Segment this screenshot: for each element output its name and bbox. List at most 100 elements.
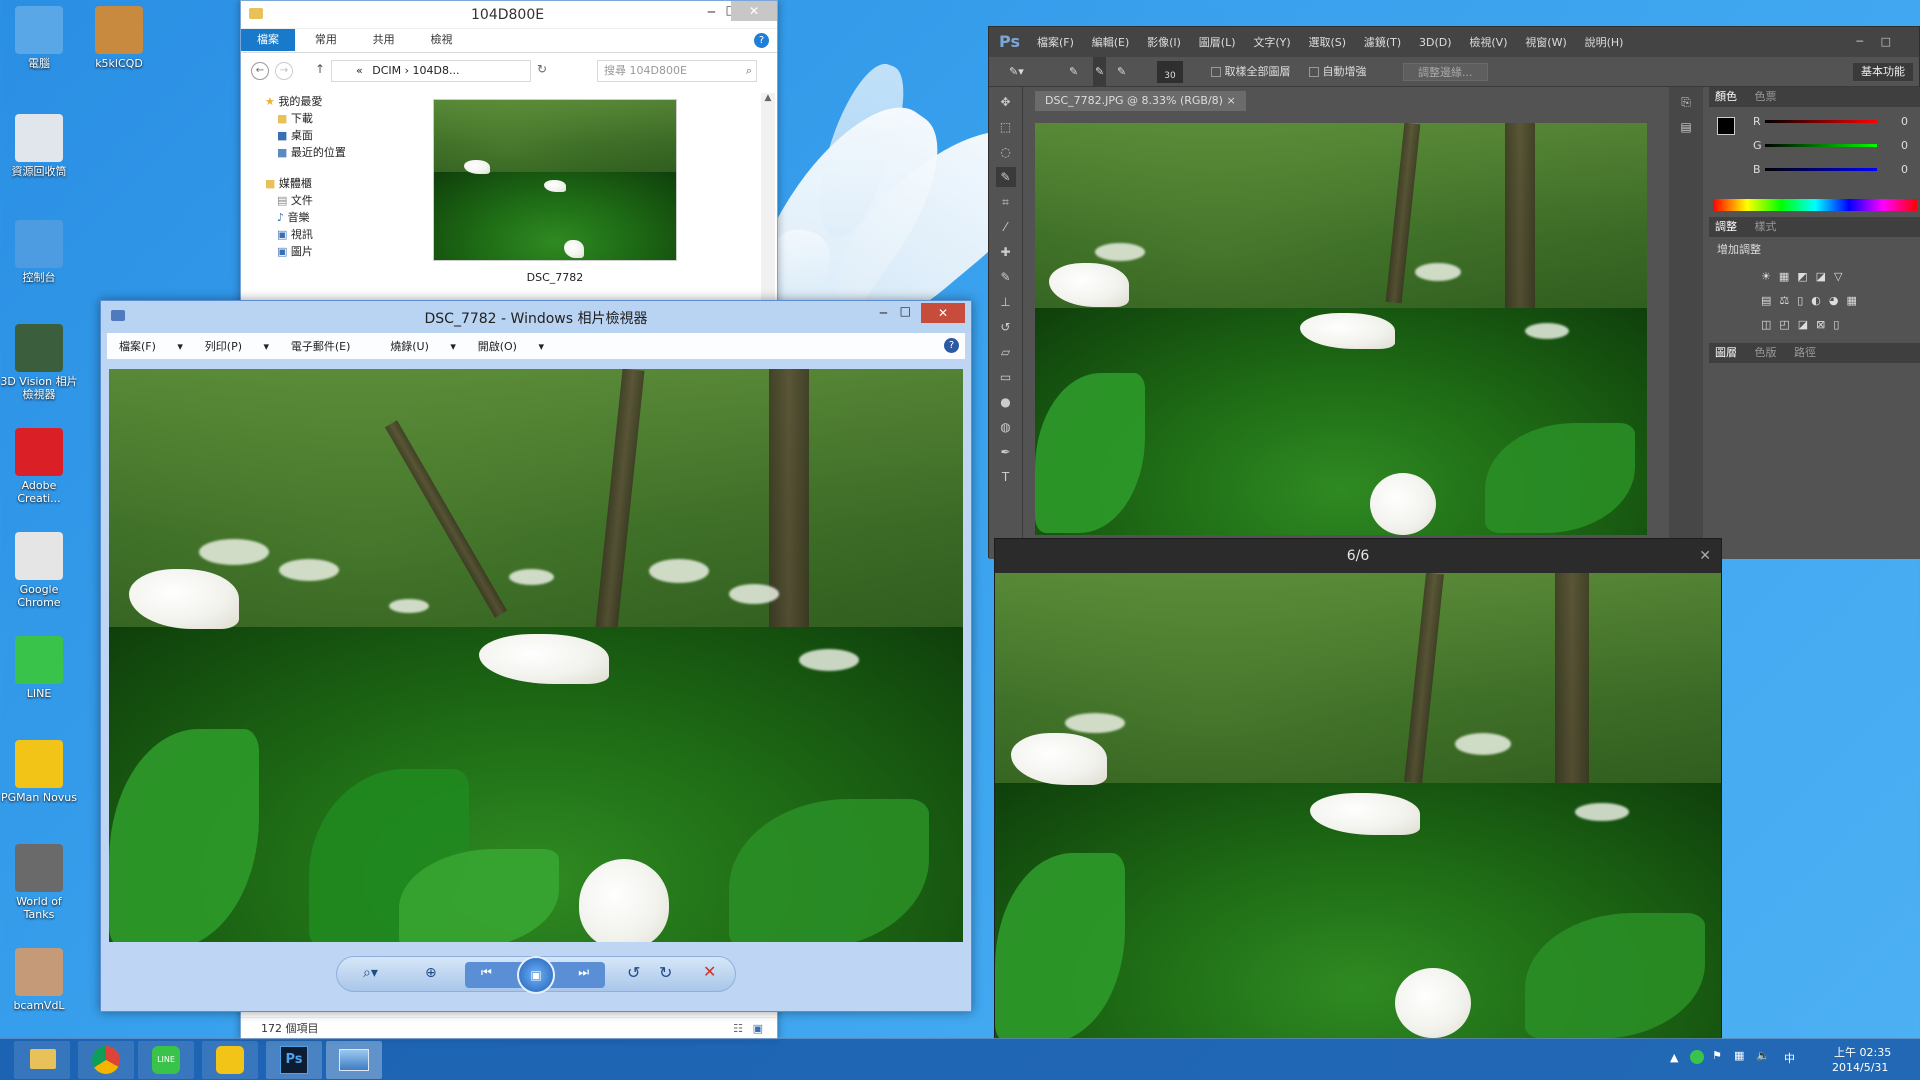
nav-music[interactable]: ♪ 音樂 [265, 209, 391, 226]
explorer-titlebar[interactable]: 104D800E ─ □ ✕ [241, 1, 777, 29]
desktop-icon[interactable]: LINE [0, 636, 78, 700]
tab-share[interactable]: 共用 [357, 29, 411, 51]
close-button[interactable]: ✕ [731, 1, 777, 21]
tab-swatches[interactable]: 色票 [1755, 90, 1777, 103]
volume-icon[interactable]: 🔈 [1756, 1049, 1770, 1062]
subtract-selection-icon[interactable]: ✎ [1117, 57, 1126, 87]
foreground-color-swatch[interactable] [1717, 117, 1735, 135]
tab-view[interactable]: 檢視 [414, 29, 468, 51]
maximize-icon[interactable]: □ [1881, 27, 1891, 57]
ps-menu-item[interactable]: 說明(H) [1585, 28, 1624, 58]
ps-menu-item[interactable]: 編輯(E) [1092, 28, 1130, 58]
ps-menu-item[interactable]: 圖層(L) [1199, 28, 1236, 58]
sample-all-layers-checkbox[interactable]: 取樣全部圖層 [1211, 57, 1291, 87]
eyedropper-tool-icon[interactable]: ⁄ [996, 217, 1016, 237]
help-icon[interactable]: ? [754, 33, 769, 48]
nav-videos[interactable]: ▣ 視訊 [265, 226, 391, 243]
clone-stamp-tool-icon[interactable]: ⊥ [996, 292, 1016, 312]
ps-menu-item[interactable]: 選取(S) [1308, 28, 1346, 58]
close-icon[interactable]: ✕ [1699, 539, 1711, 573]
close-button[interactable]: ✕ [921, 303, 965, 323]
color-spectrum-bar[interactable] [1713, 199, 1917, 211]
ps-menu-item[interactable]: 檔案(F) [1037, 28, 1074, 58]
forward-icon[interactable]: → [275, 62, 293, 80]
eraser-tool-icon[interactable]: ▱ [996, 342, 1016, 362]
maximize-icon[interactable]: □ [900, 304, 911, 318]
back-icon[interactable]: ← [251, 62, 269, 80]
gradient-tool-icon[interactable]: ▭ [996, 367, 1016, 387]
taskbar-button-line[interactable]: LINE [138, 1041, 194, 1079]
desktop-icon[interactable]: 資源回收筒 [0, 114, 78, 178]
action-center-icon[interactable]: ⚑ [1712, 1049, 1722, 1062]
menu-email[interactable]: 電子郵件(E) [291, 334, 369, 360]
lasso-tool-icon[interactable]: ◌ [996, 142, 1016, 162]
minimize-icon[interactable]: ─ [1856, 27, 1863, 57]
large-icons-view-icon[interactable]: ▣ [753, 1018, 763, 1040]
dodge-tool-icon[interactable]: ◍ [996, 417, 1016, 437]
zoom-icon[interactable]: ⌕▾ [363, 965, 378, 981]
breadcrumb-dcim[interactable]: DCIM [372, 64, 401, 77]
file-thumbnail[interactable] [433, 99, 677, 261]
ime-indicator[interactable]: 中 [1784, 1050, 1795, 1066]
nav-desktop[interactable]: ■ 桌面 [265, 127, 391, 144]
menu-open[interactable]: 開啟(O) ▾ [478, 334, 544, 360]
tab-paths[interactable]: 路徑 [1794, 346, 1816, 359]
file-label[interactable]: DSC_7782 [433, 271, 677, 284]
search-input[interactable]: 搜尋 104D800E ⌕ [597, 60, 757, 82]
desktop-icon[interactable]: World of Tanks [0, 844, 78, 921]
photo-viewer-window[interactable]: DSC_7782 - Windows 相片檢視器 ─ □ ✕ 檔案(F) ▾ 列… [100, 300, 972, 1012]
tab-color[interactable]: 顏色 [1715, 90, 1737, 103]
desktop-icon[interactable]: 3D Vision 相片檢視器 [0, 324, 78, 401]
nav-favorites[interactable]: ★ 我的最愛 [265, 93, 391, 110]
ps-canvas-photo[interactable] [1035, 123, 1647, 535]
clock-date[interactable]: 2014/5/31 [1832, 1061, 1888, 1074]
actual-size-icon[interactable]: ⊕ [425, 965, 437, 981]
desktop-icon[interactable]: k5klCQD [80, 6, 158, 70]
brush-tool-icon[interactable]: ✎ [996, 267, 1016, 287]
rotate-left-icon[interactable]: ↺ [627, 963, 640, 982]
explorer-scrollbar[interactable]: ▲ [761, 93, 775, 303]
tab-layers[interactable]: 圖層 [1715, 346, 1737, 359]
line-tray-icon[interactable] [1690, 1050, 1704, 1064]
close-tab-icon[interactable]: × [1226, 94, 1235, 107]
ps-menu-item[interactable]: 3D(D) [1419, 28, 1452, 58]
taskbar-button-photoshop[interactable]: Ps [266, 1041, 322, 1079]
breadcrumb-root[interactable]: « [356, 64, 363, 77]
brush-size[interactable]: 30 [1157, 61, 1183, 83]
nav-documents[interactable]: ▤ 文件 [265, 192, 391, 209]
properties-panel-icon[interactable]: ▤ [1676, 117, 1696, 137]
desktop-icon[interactable]: Adobe Creati... [0, 428, 78, 505]
marquee-tool-icon[interactable]: ⬚ [996, 117, 1016, 137]
tab-channels[interactable]: 色版 [1755, 346, 1777, 359]
taskbar-button-pgman[interactable] [202, 1041, 258, 1079]
desktop-icon[interactable]: Google Chrome [0, 532, 78, 609]
tab-adjustments[interactable]: 調整 [1715, 220, 1737, 233]
channel-g[interactable]: G0 [1753, 139, 1913, 152]
quick-selection-tool-icon[interactable]: ✎ [995, 167, 1016, 187]
channel-b[interactable]: B0 [1753, 163, 1913, 176]
desktop-icon[interactable]: 電腦 [0, 6, 78, 70]
menu-file[interactable]: 檔案(F) ▾ [119, 334, 183, 360]
ps-menu-item[interactable]: 檢視(V) [1469, 28, 1507, 58]
history-brush-tool-icon[interactable]: ↺ [996, 317, 1016, 337]
nav-pictures[interactable]: ▣ 圖片 [265, 243, 391, 260]
ps-menu-item[interactable]: 濾鏡(T) [1364, 28, 1401, 58]
nav-downloads[interactable]: ■ 下載 [265, 110, 391, 127]
ps-doc-tab[interactable]: DSC_7782.JPG @ 8.33% (RGB/8) × [1035, 91, 1246, 111]
photoshop-window[interactable]: Ps 檔案(F) 編輯(E) 影像(I) 圖層(L) 文字(Y) 選取(S) 濾… [988, 26, 1920, 559]
menu-burn[interactable]: 燒錄(U) ▾ [390, 334, 456, 360]
taskbar-button-chrome[interactable] [78, 1041, 134, 1079]
move-tool-icon[interactable]: ✥ [996, 92, 1016, 112]
previous-button[interactable]: ⏮ [481, 965, 492, 980]
workspace-switcher[interactable]: 基本功能 [1853, 63, 1913, 81]
blur-tool-icon[interactable]: ● [996, 392, 1016, 412]
ps-menu-item[interactable]: 文字(Y) [1253, 28, 1290, 58]
pen-tool-icon[interactable]: ✒ [996, 442, 1016, 462]
taskbar-button-explorer[interactable] [14, 1041, 70, 1079]
image-popup-window[interactable]: 6/6 ✕ [994, 538, 1722, 1039]
desktop-icon[interactable]: 控制台 [0, 220, 78, 284]
minimize-icon[interactable]: ─ [708, 5, 715, 19]
viewer-titlebar[interactable]: DSC_7782 - Windows 相片檢視器 ─ □ ✕ [101, 301, 971, 333]
healing-tool-icon[interactable]: ✚ [996, 242, 1016, 262]
add-selection-icon[interactable]: ✎ [1093, 57, 1107, 87]
